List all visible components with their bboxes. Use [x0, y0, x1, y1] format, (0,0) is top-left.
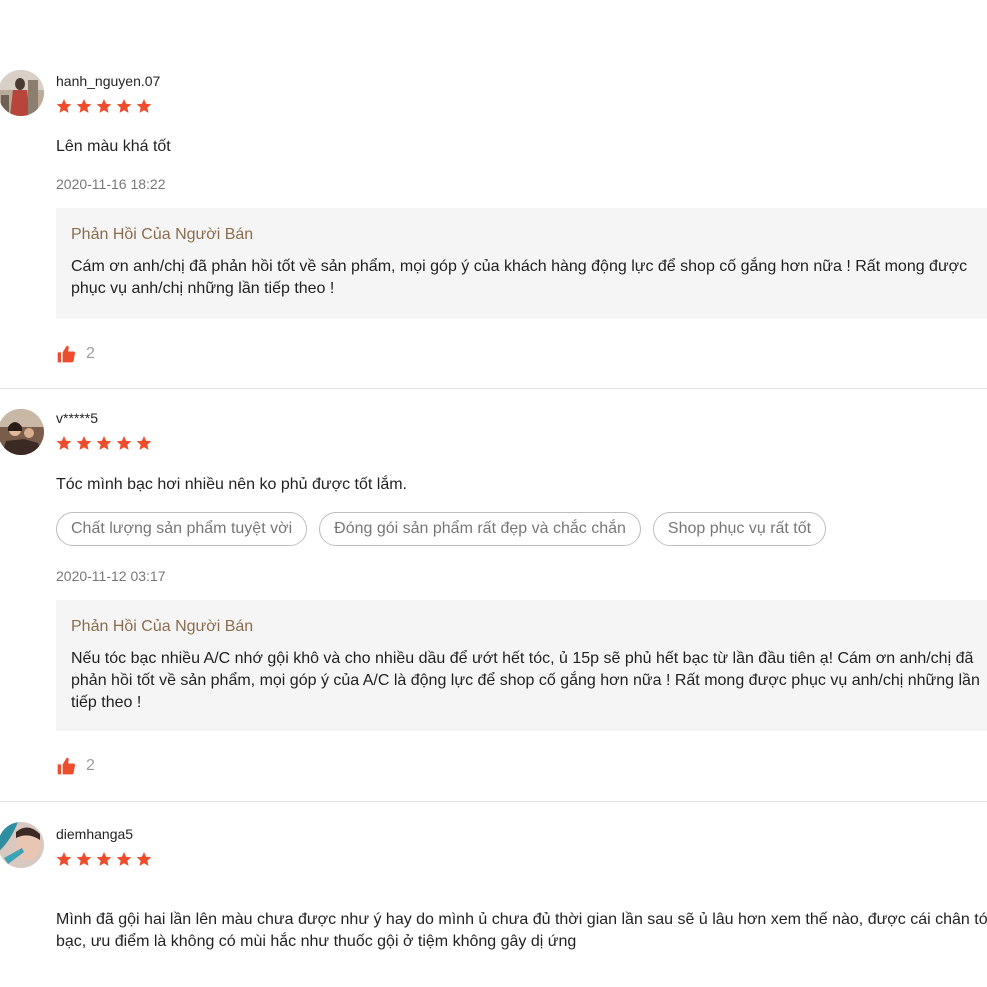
- seller-reply-text: Cám ơn anh/chị đã phản hồi tốt về sản ph…: [71, 258, 968, 297]
- seller-reply: Phản Hồi Của Người Bán Nếu tóc bạc nhiều…: [56, 600, 987, 731]
- thumbs-up-icon: [57, 757, 76, 775]
- like-button[interactable]: 2: [56, 344, 95, 364]
- seller-reply-text: Nếu tóc bạc nhiều A/C nhớ gội khô và cho…: [71, 650, 980, 711]
- star-icon: [56, 99, 72, 113]
- username[interactable]: diemhanga5: [56, 826, 133, 842]
- seller-reply: Phản Hồi Của Người Bán Cám ơn anh/chị đã…: [56, 208, 987, 319]
- star-icon: [96, 99, 112, 113]
- like-count: 2: [86, 757, 95, 774]
- review-comment: Lên màu khá tốt: [56, 138, 171, 155]
- star-rating: [56, 851, 152, 867]
- star-rating: [56, 435, 152, 451]
- star-icon: [56, 436, 72, 450]
- review-item: diemhanga5 Mình đã gội hai lần lên màu c…: [0, 802, 987, 987]
- star-icon: [96, 852, 112, 866]
- review-tag: Đóng gói sản phẩm rất đẹp và chắc chắn: [319, 512, 641, 546]
- star-icon: [136, 852, 152, 866]
- like-count: 2: [86, 345, 95, 362]
- review-tags: Chất lượng sản phẩm tuyệt vời Đóng gói s…: [56, 512, 827, 546]
- review-comment: Mình đã gội hai lần lên màu chưa được nh…: [56, 911, 987, 950]
- username[interactable]: hanh_nguyen.07: [56, 73, 160, 89]
- review-item: v*****5 Tóc mình bạc hơi nhiều nên ko ph…: [0, 389, 987, 802]
- star-icon: [76, 99, 92, 113]
- star-icon: [136, 436, 152, 450]
- avatar[interactable]: [0, 409, 44, 455]
- star-icon: [96, 436, 112, 450]
- like-button[interactable]: 2: [56, 756, 95, 776]
- review-item: hanh_nguyen.07 Lên màu khá tốt 2020-11-1…: [0, 0, 987, 389]
- star-icon: [116, 99, 132, 113]
- review-comment: Tóc mình bạc hơi nhiều nên ko phủ được t…: [56, 476, 407, 493]
- avatar[interactable]: [0, 70, 44, 116]
- star-icon: [76, 852, 92, 866]
- star-icon: [116, 852, 132, 866]
- seller-reply-title: Phản Hồi Của Người Bán: [71, 618, 254, 635]
- review-tag: Chất lượng sản phẩm tuyệt vời: [56, 512, 308, 546]
- avatar[interactable]: [0, 822, 44, 868]
- star-icon: [56, 852, 72, 866]
- review-date: 2020-11-12 03:17: [56, 568, 166, 584]
- star-rating: [56, 98, 152, 114]
- star-icon: [116, 436, 132, 450]
- star-icon: [76, 436, 92, 450]
- star-icon: [136, 99, 152, 113]
- review-date: 2020-11-16 18:22: [56, 176, 166, 192]
- thumbs-up-icon: [57, 345, 76, 363]
- review-tag: Shop phục vụ rất tốt: [652, 512, 827, 546]
- username[interactable]: v*****5: [56, 410, 98, 426]
- seller-reply-title: Phản Hồi Của Người Bán: [71, 226, 254, 243]
